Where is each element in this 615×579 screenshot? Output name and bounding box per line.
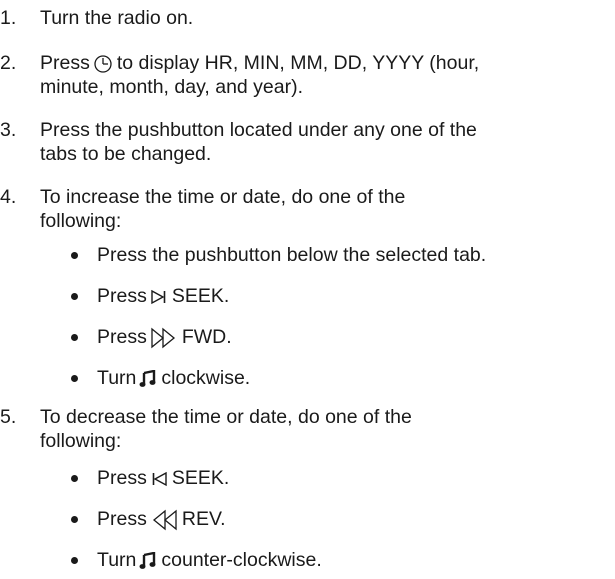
step-text: tabs to be changed. (40, 143, 212, 165)
step-text: following: (40, 210, 122, 232)
bullet-text-pre: Turn (97, 549, 137, 571)
step-number: 3. (0, 119, 17, 141)
step-text: Turn the radio on. (40, 7, 194, 29)
bullet-text: Press SEEK. (97, 466, 229, 490)
bullet-dot (71, 557, 78, 564)
bullet-dot (71, 516, 78, 523)
fast-forward-icon (150, 327, 178, 349)
music-note-icon (139, 551, 157, 570)
seek-forward-icon (150, 289, 168, 305)
bullet-text-post: REV. (181, 508, 226, 530)
bullet-text: Turn counter-clockwise. (97, 548, 322, 572)
bullet-text: Press the pushbutton below the selected … (97, 244, 487, 266)
bullet-dot (71, 252, 78, 259)
seek-back-icon (150, 471, 168, 487)
bullet-text-pre: Press (97, 285, 147, 307)
bullet-text: Press REV. (97, 507, 226, 531)
bullet-text-pre: Turn (97, 367, 137, 389)
rewind-icon (150, 509, 178, 531)
step-number: 5. (0, 406, 17, 428)
bullet-dot (71, 475, 78, 482)
step-text: following: (40, 430, 122, 452)
step-text: minute, month, day, and year). (40, 76, 304, 98)
bullet-text: Turn clockwise. (97, 366, 250, 390)
bullet-text-post: SEEK. (171, 285, 230, 307)
bullet-text-pre: Press (97, 508, 147, 530)
bullet-text-post: FWD. (181, 326, 232, 348)
bullet-dot (71, 375, 78, 382)
bullet-text-pre: Press (97, 467, 147, 489)
bullet-dot (71, 334, 78, 341)
step-number: 2. (0, 52, 17, 74)
step-number: 1. (0, 7, 17, 29)
bullet-text-post: counter-clockwise. (161, 549, 322, 571)
bullet-text-post: SEEK. (171, 467, 230, 489)
bullet-text-pre: Press (97, 326, 147, 348)
bullet-text: Press FWD. (97, 325, 232, 349)
step-text-pre: Press (40, 52, 90, 74)
step-text: Press the pushbutton located under any o… (40, 119, 477, 141)
clock-icon (93, 54, 113, 74)
bullet-dot (71, 293, 78, 300)
bullet-text: Press SEEK. (97, 284, 229, 308)
step-number: 4. (0, 186, 17, 208)
step-text: To increase the time or date, do one of … (40, 186, 406, 208)
step-text: To decrease the time or date, do one of … (40, 406, 412, 428)
music-note-icon (139, 369, 157, 388)
step-text-post: to display HR, MIN, MM, DD, YYYY (hour, (116, 52, 480, 74)
step-text: Press to display HR, MIN, MM, DD, YYYY (h… (40, 51, 479, 75)
bullet-text-post: clockwise. (161, 367, 251, 389)
